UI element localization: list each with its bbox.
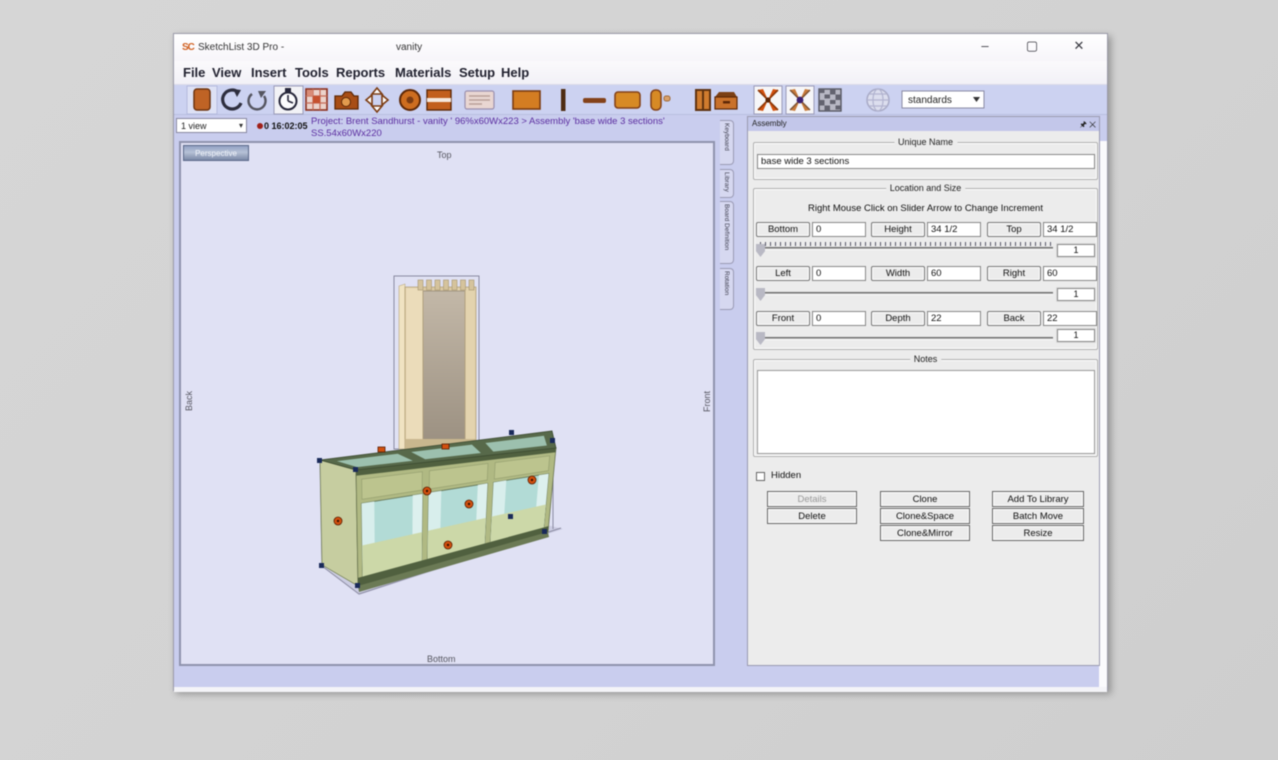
svg-text:standards: standards [908, 95, 952, 106]
